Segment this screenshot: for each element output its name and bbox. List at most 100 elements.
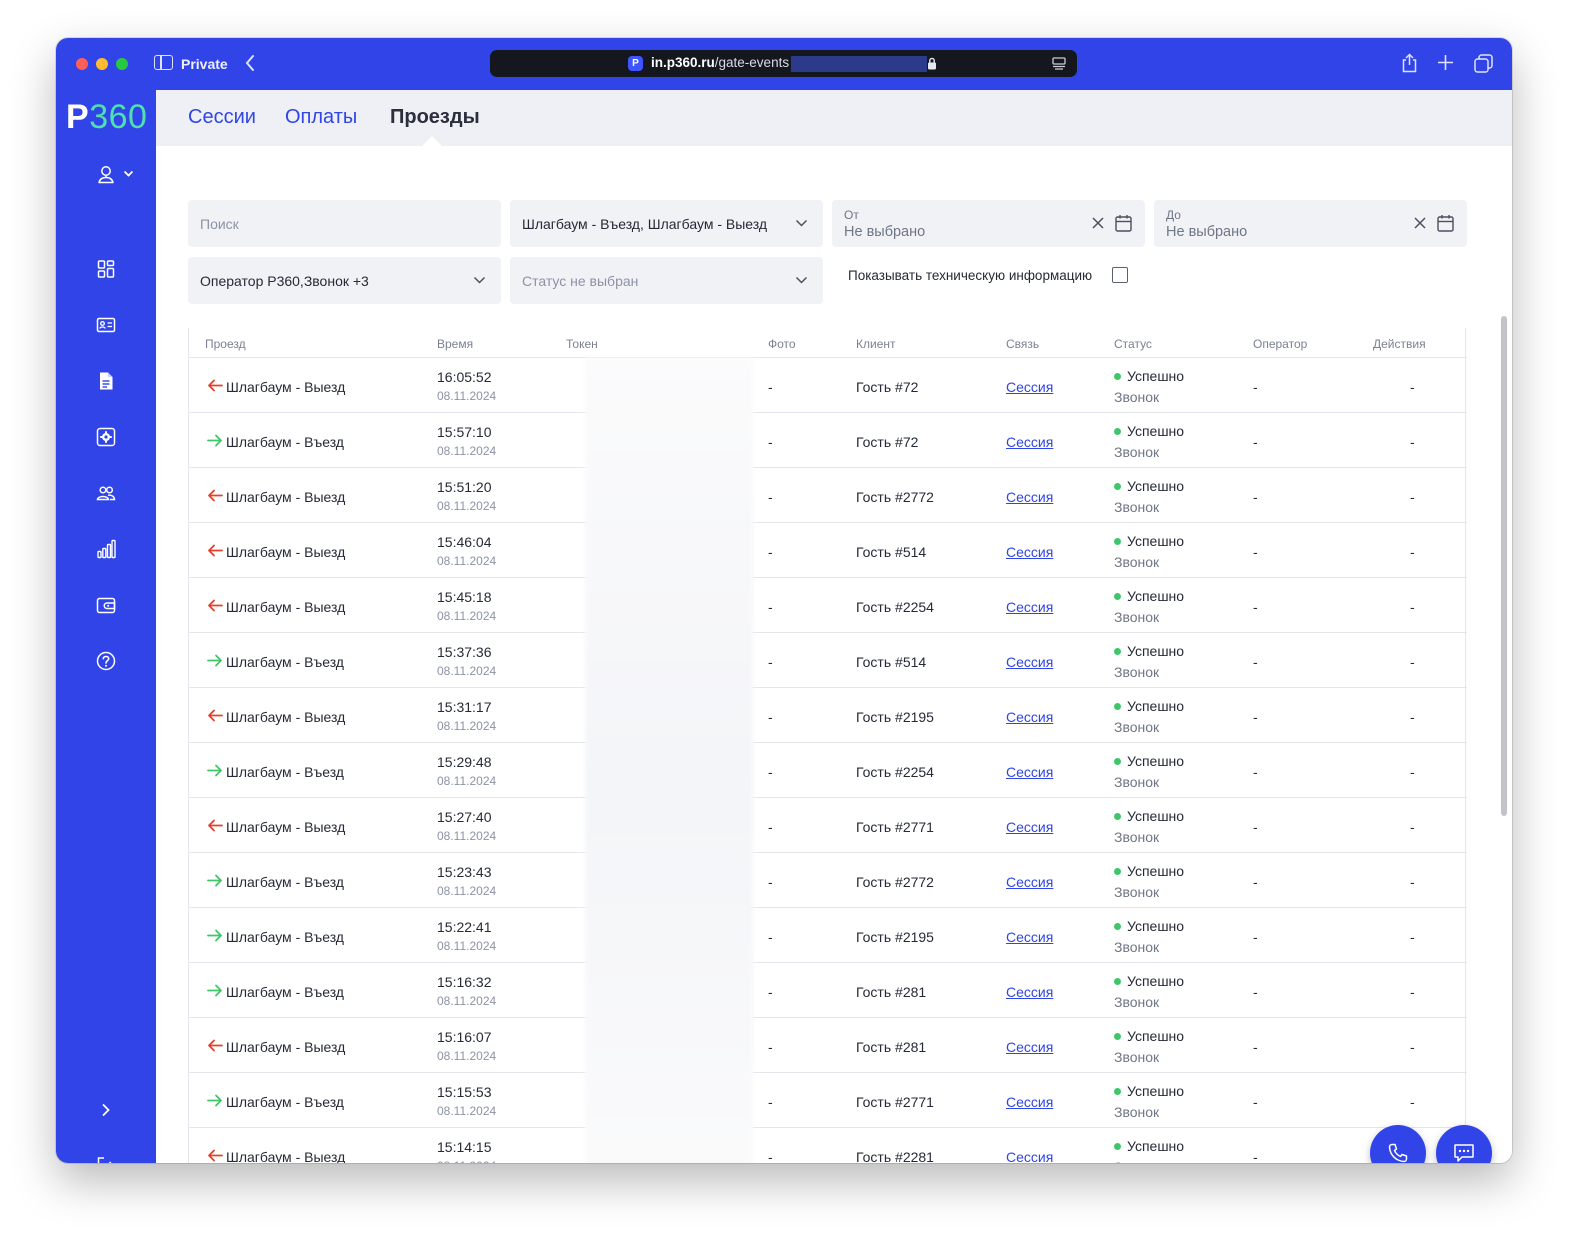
session-link[interactable]: Сессия (1006, 1039, 1053, 1055)
actions-cell[interactable]: - (1410, 874, 1415, 890)
date-to-value: Не выбрано (1166, 224, 1248, 240)
calendar-icon[interactable] (1115, 214, 1132, 232)
table-row[interactable]: Шлагбаум - Выезд 15:31:17 08.11.2024 - Гость… (189, 688, 1467, 743)
table-row[interactable]: Шлагбаум - Выезд 15:16:07 08.11.2024 - Гость… (189, 1018, 1467, 1073)
logout-icon[interactable] (96, 1156, 116, 1163)
session-link[interactable]: Сессия (1006, 874, 1053, 890)
column-header-client[interactable]: Клиент (856, 337, 896, 351)
close-window-button[interactable] (76, 58, 88, 70)
session-link[interactable]: Сессия (1006, 654, 1053, 670)
table-row[interactable]: Шлагбаум - Въезд 15:22:41 08.11.2024 - Гость… (189, 908, 1467, 963)
date-to-field[interactable]: До Не выбрано (1154, 200, 1467, 247)
column-header-photo[interactable]: Фото (768, 337, 796, 351)
share-icon[interactable] (1401, 53, 1418, 73)
dashboard-icon[interactable] (96, 259, 116, 279)
tech-info-label: Показывать техническую информацию (848, 268, 1093, 283)
bar-chart-icon[interactable] (96, 539, 116, 559)
table-row[interactable]: Шлагбаум - Выезд 15:51:20 08.11.2024 - Гость… (189, 468, 1467, 523)
column-header-status[interactable]: Статус (1114, 337, 1152, 351)
session-link[interactable]: Сессия (1006, 1094, 1053, 1110)
tab-overview-icon[interactable] (1474, 54, 1493, 73)
table-row[interactable]: Шлагбаум - Въезд 15:16:32 08.11.2024 - Гость… (189, 963, 1467, 1018)
entry-arrow-icon (207, 929, 222, 942)
settings-box-icon[interactable] (96, 427, 116, 447)
expand-chevron-icon[interactable] (96, 1100, 116, 1120)
users-icon[interactable] (96, 483, 116, 503)
clear-icon[interactable] (1091, 216, 1105, 230)
table-row[interactable]: Шлагбаум - Въезд 15:37:36 08.11.2024 - Гость… (189, 633, 1467, 688)
status-dot (1114, 978, 1121, 985)
address-bar[interactable]: P in.p360.ru/gate-events (490, 50, 1077, 77)
column-header-time[interactable]: Время (437, 337, 473, 351)
session-link[interactable]: Сессия (1006, 544, 1053, 560)
browser-sidebar-icon[interactable] (154, 55, 173, 70)
actions-cell[interactable]: - (1410, 379, 1415, 395)
table-row[interactable]: Шлагбаум - Въезд 15:15:53 08.11.2024 - Гость… (189, 1073, 1467, 1128)
column-header-token[interactable]: Токен (566, 337, 598, 351)
column-header-link[interactable]: Связь (1006, 337, 1039, 351)
p360-logo[interactable]: P360 (66, 98, 147, 137)
session-link[interactable]: Сессия (1006, 984, 1053, 1000)
table-row[interactable]: Шлагбаум - Выезд 15:14:15 08.11.2024 - Гость… (189, 1128, 1467, 1163)
minimize-window-button[interactable] (96, 58, 108, 70)
actions-cell[interactable]: - (1410, 544, 1415, 560)
id-card-icon[interactable] (96, 315, 116, 335)
actions-cell[interactable]: - (1410, 984, 1415, 1000)
tab-payments[interactable]: Оплаты (285, 106, 357, 129)
table-row[interactable]: Шлагбаум - Выезд 16:05:52 08.11.2024 - Гость… (189, 358, 1467, 413)
table-row[interactable]: Шлагбаум - Выезд 15:45:18 08.11.2024 - Гость… (189, 578, 1467, 633)
actions-cell[interactable]: - (1410, 489, 1415, 505)
actions-cell[interactable]: - (1410, 929, 1415, 945)
actions-cell[interactable]: - (1410, 1094, 1415, 1110)
session-link[interactable]: Сессия (1006, 764, 1053, 780)
document-icon[interactable] (96, 371, 116, 391)
chevron-down-icon[interactable] (123, 170, 134, 178)
status-select[interactable]: Статус не выбран (510, 257, 823, 304)
actions-cell[interactable]: - (1410, 709, 1415, 725)
column-header-actions[interactable]: Действия (1373, 337, 1426, 351)
search-input[interactable]: Поиск (188, 200, 501, 247)
actions-cell[interactable]: - (1410, 434, 1415, 450)
column-header-operator[interactable]: Оператор (1253, 337, 1307, 351)
tab-sessions[interactable]: Сессии (188, 106, 256, 129)
session-link[interactable]: Сессия (1006, 379, 1053, 395)
session-link[interactable]: Сессия (1006, 929, 1053, 945)
calendar-icon[interactable] (1437, 214, 1454, 232)
help-icon[interactable] (96, 651, 116, 671)
table-row[interactable]: Шлагбаум - Выезд 15:27:40 08.11.2024 - Гость… (189, 798, 1467, 853)
date-from-field[interactable]: От Не выбрано (832, 200, 1145, 247)
table-row[interactable]: Шлагбаум - Выезд 15:46:04 08.11.2024 - Гость… (189, 523, 1467, 578)
tech-info-checkbox[interactable] (1112, 267, 1128, 283)
actions-cell[interactable]: - (1410, 599, 1415, 615)
session-link[interactable]: Сессия (1006, 599, 1053, 615)
session-link[interactable]: Сессия (1006, 489, 1053, 505)
actions-cell[interactable]: - (1410, 654, 1415, 670)
session-link[interactable]: Сессия (1006, 709, 1053, 725)
user-location-icon[interactable] (96, 164, 116, 184)
operator-select[interactable]: Оператор P360,Звонок +3 (188, 257, 501, 304)
actions-cell[interactable]: - (1410, 1039, 1415, 1055)
zoom-window-button[interactable] (116, 58, 128, 70)
back-icon[interactable] (244, 54, 256, 72)
exit-arrow-icon (208, 379, 223, 392)
session-link[interactable]: Сессия (1006, 1149, 1053, 1163)
wallet-icon[interactable] (96, 595, 116, 615)
reader-icon[interactable] (1052, 57, 1066, 70)
actions-cell[interactable]: - (1410, 819, 1415, 835)
photo-cell: - (768, 874, 773, 890)
session-link[interactable]: Сессия (1006, 434, 1053, 450)
client-name: Гость #2771 (856, 1094, 934, 1110)
column-header-passage[interactable]: Проезд (205, 337, 246, 351)
clear-icon[interactable] (1413, 216, 1427, 230)
table-row[interactable]: Шлагбаум - Въезд 15:23:43 08.11.2024 - Гость… (189, 853, 1467, 908)
session-link[interactable]: Сессия (1006, 819, 1053, 835)
status-source: Звонок (1114, 609, 1160, 625)
table-row[interactable]: Шлагбаум - Въезд 15:29:48 08.11.2024 - Гость… (189, 743, 1467, 798)
new-tab-icon[interactable] (1437, 54, 1454, 71)
scrollbar-thumb[interactable] (1501, 316, 1507, 816)
gate-select[interactable]: Шлагбаум - Въезд, Шлагбаум - Выезд (510, 200, 823, 247)
actions-cell[interactable]: - (1410, 764, 1415, 780)
chat-icon (1454, 1144, 1474, 1162)
table-row[interactable]: Шлагбаум - Въезд 15:57:10 08.11.2024 - Гость… (189, 413, 1467, 468)
tab-passages[interactable]: Проезды (390, 106, 480, 129)
